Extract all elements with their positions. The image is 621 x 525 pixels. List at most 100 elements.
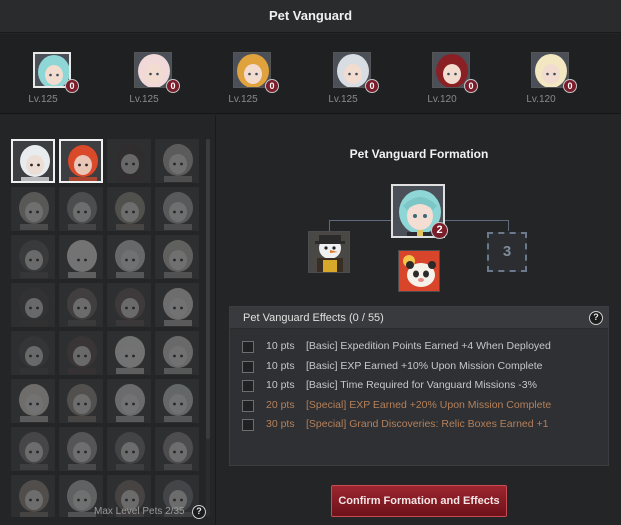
pet-slot[interactable] xyxy=(155,139,199,183)
orange-pet-icon xyxy=(12,476,54,517)
formation-slot-empty[interactable]: 3 xyxy=(487,232,527,272)
pet-slot[interactable] xyxy=(155,427,199,471)
effect-checkbox[interactable] xyxy=(242,399,254,412)
pet-slot[interactable] xyxy=(155,187,199,231)
effect-description: [Basic] Time Required for Vanguard Missi… xyxy=(306,379,537,392)
pet-slot[interactable] xyxy=(59,331,103,375)
fox-pet-icon xyxy=(156,140,198,182)
knight-pet-icon xyxy=(60,188,102,230)
character-count-badge: 0 xyxy=(464,79,478,93)
effect-checkbox[interactable] xyxy=(242,419,254,432)
character-level: Lv.125 xyxy=(328,94,358,105)
owl-pet-icon xyxy=(156,332,198,374)
effect-points: 20 pts xyxy=(266,398,295,411)
effect-points: 10 pts xyxy=(266,379,295,392)
red-hood-pet-icon xyxy=(60,332,102,374)
pet-slot[interactable] xyxy=(11,235,55,279)
pet-slot[interactable] xyxy=(155,283,199,327)
pet-slot[interactable] xyxy=(11,331,55,375)
pet-slot[interactable] xyxy=(107,283,151,327)
pet-slot[interactable] xyxy=(155,235,199,279)
effect-description: [Basic] EXP Earned +10% Upon Mission Com… xyxy=(306,359,543,372)
pet-slot[interactable] xyxy=(11,187,55,231)
character-selector: 0 Lv.125 0 Lv.125 0 Lv.125 0 Lv.125 0 Lv.120 0 Lv.1… xyxy=(0,34,621,114)
effect-points: 10 pts xyxy=(266,359,295,372)
formation-slot-2[interactable] xyxy=(398,250,440,292)
doll-pet-icon xyxy=(12,188,54,230)
blonde-pet-icon xyxy=(12,380,54,422)
dark-girl-pet-icon xyxy=(12,332,54,374)
pet-slot[interactable] xyxy=(59,139,103,183)
white-girl-pet-icon xyxy=(60,236,102,278)
wolf-pet-icon xyxy=(108,140,150,182)
help-icon[interactable]: ? xyxy=(589,311,603,325)
pet-slot[interactable] xyxy=(155,331,199,375)
teal-girl-pet-icon xyxy=(108,236,150,278)
pet-slot[interactable] xyxy=(107,235,151,279)
pet-slot[interactable] xyxy=(59,283,103,327)
snowman-pet-icon xyxy=(309,232,349,272)
pet-slot[interactable] xyxy=(11,283,55,327)
pet-slot[interactable] xyxy=(59,379,103,423)
white-cat-pet-icon xyxy=(108,332,150,374)
effect-points: 30 pts xyxy=(266,418,295,431)
pet-slot[interactable] xyxy=(59,235,103,279)
purple-girl-pet-icon xyxy=(156,428,198,470)
window-title: Pet Vanguard xyxy=(0,0,621,33)
gold-girl-pet-icon xyxy=(156,236,198,278)
vanguard-effects-panel: Pet Vanguard Effects (0 / 55) ? 10 pts [B… xyxy=(229,306,609,466)
formation-title: Pet Vanguard Formation xyxy=(349,147,489,161)
leader-count-badge: 2 xyxy=(431,222,448,239)
character-count-badge: 0 xyxy=(65,79,79,93)
armored-pet-icon xyxy=(108,428,150,470)
pet-slot[interactable] xyxy=(155,379,199,423)
pet-slot[interactable] xyxy=(11,475,55,517)
black-hat-pet-icon xyxy=(12,284,54,326)
snowman-pet-icon xyxy=(13,141,53,181)
red-hair-pet-icon xyxy=(108,284,150,326)
character-count-badge: 0 xyxy=(166,79,180,93)
pet-slot[interactable] xyxy=(11,427,55,471)
pet-slot[interactable] xyxy=(11,139,55,183)
cat-girl-pet-icon xyxy=(156,284,198,326)
effects-header: Pet Vanguard Effects (0 / 55) xyxy=(230,307,608,329)
help-icon[interactable]: ? xyxy=(192,505,206,519)
confirm-formation-button[interactable]: Confirm Formation and Effects xyxy=(331,485,507,517)
teal-maid-pet-icon xyxy=(156,380,198,422)
character-level: Lv.125 xyxy=(28,94,58,105)
effect-description: [Basic] Expedition Points Earned +4 When… xyxy=(306,340,551,352)
violet-girl-pet-icon xyxy=(60,428,102,470)
effect-checkbox[interactable] xyxy=(242,360,254,373)
snowman-dark-pet-icon xyxy=(108,380,150,422)
pet-slot[interactable] xyxy=(59,427,103,471)
dark-knight-pet-icon xyxy=(12,236,54,278)
pet-list-panel: Max Level Pets 2/35 ? xyxy=(0,115,216,525)
pet-slot[interactable] xyxy=(107,187,151,231)
pet-slot[interactable] xyxy=(11,379,55,423)
max-level-pets-count: Max Level Pets 2/35 xyxy=(94,506,185,517)
formation-connector xyxy=(508,220,509,231)
character-slot[interactable]: 0 Lv.120 xyxy=(427,52,480,114)
character-slot[interactable]: 0 Lv.125 xyxy=(28,52,81,114)
pet-vanguard-window: Pet Vanguard 0 Lv.125 0 Lv.125 0 Lv.125 0 Lv.12… xyxy=(0,0,621,525)
pet-list-scrollbar-thumb[interactable] xyxy=(206,139,210,439)
character-slot[interactable]: 0 Lv.125 xyxy=(129,52,182,114)
character-slot[interactable]: 0 Lv.125 xyxy=(228,52,281,114)
effect-description: [Special] Grand Discoveries: Relic Boxes… xyxy=(306,418,549,431)
formation-connector xyxy=(329,220,330,231)
silver-knight-pet-icon xyxy=(156,188,198,230)
effect-checkbox[interactable] xyxy=(242,341,254,353)
pet-slot[interactable] xyxy=(107,139,151,183)
pet-slot[interactable] xyxy=(59,187,103,231)
effect-checkbox[interactable] xyxy=(242,380,254,393)
pet-slot[interactable] xyxy=(107,331,151,375)
character-level: Lv.125 xyxy=(129,94,159,105)
formation-slot-1[interactable] xyxy=(308,231,350,273)
crown-pet-icon xyxy=(12,428,54,470)
character-slot[interactable]: 0 Lv.125 xyxy=(328,52,381,114)
character-slot[interactable]: 0 Lv.120 xyxy=(526,52,579,114)
pet-slot[interactable] xyxy=(107,379,151,423)
pet-slot[interactable] xyxy=(107,427,151,471)
effect-description: [Special] EXP Earned +20% Upon Mission C… xyxy=(306,398,552,411)
pet-grid xyxy=(11,139,206,517)
